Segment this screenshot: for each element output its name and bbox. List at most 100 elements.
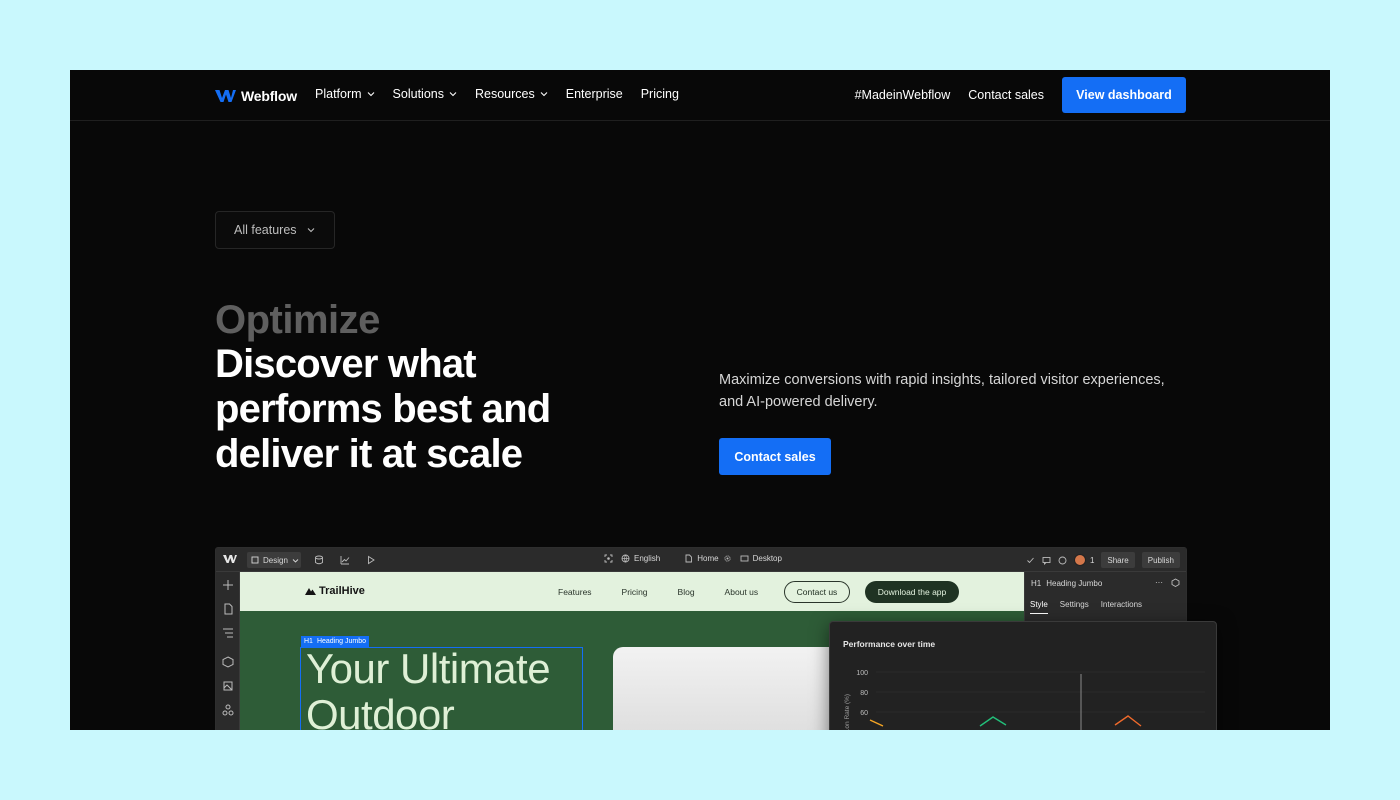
component-icon[interactable] — [1171, 578, 1180, 587]
locale-selector[interactable]: English — [621, 554, 660, 563]
series-line — [979, 716, 1007, 727]
nav-item-solutions[interactable]: Solutions — [393, 87, 457, 101]
panel-tabs: Style Settings Interactions — [1030, 600, 1142, 614]
collaborator-count: 1 — [1089, 555, 1095, 565]
browser-viewport: Webflow Platform Solutions Resources Ent… — [70, 70, 1330, 730]
add-icon[interactable] — [222, 579, 234, 591]
webflow-logo-icon — [215, 90, 236, 102]
chevron-down-icon — [540, 92, 548, 97]
y-axis-label: ...on Rate (%) — [844, 694, 851, 730]
components-icon[interactable] — [222, 656, 234, 668]
performance-chart: 100 80 60 ...on Rate (%) — [844, 670, 1205, 730]
made-in-webflow-link[interactable]: #MadeinWebflow — [855, 88, 951, 102]
designer-toolbar: Design English Home Desktop 1 Share Publ… — [216, 548, 1186, 572]
site-hero-line: Outdoor — [306, 691, 455, 731]
series-line — [1114, 715, 1142, 727]
contact-sales-button[interactable]: Contact sales — [719, 438, 831, 475]
pages-icon[interactable] — [222, 603, 234, 615]
selected-element-label: Heading Jumbo — [316, 638, 366, 645]
tab-interactions[interactable]: Interactions — [1101, 600, 1142, 614]
site-nav-pricing[interactable]: Pricing — [622, 587, 648, 597]
more-options-icon[interactable]: ··· — [1155, 578, 1163, 587]
comment-icon[interactable] — [1058, 556, 1067, 565]
chevron-down-icon — [292, 558, 299, 563]
check-icon[interactable] — [1026, 556, 1035, 565]
site-contact-button[interactable]: Contact us — [784, 581, 850, 603]
tab-settings[interactable]: Settings — [1060, 600, 1089, 614]
site-nav-blog[interactable]: Blog — [678, 587, 695, 597]
nav-item-resources[interactable]: Resources — [475, 87, 548, 101]
design-mode-dropdown[interactable]: Design — [247, 552, 301, 568]
site-download-button[interactable]: Download the app — [865, 581, 959, 603]
focus-icon[interactable] — [604, 554, 613, 563]
gear-icon[interactable] — [723, 554, 732, 563]
all-features-dropdown[interactable]: All features — [215, 211, 335, 249]
tab-style[interactable]: Style — [1030, 600, 1048, 614]
design-mode-label: Design — [263, 555, 288, 565]
site-nav-features[interactable]: Features — [558, 587, 592, 597]
analytics-icon[interactable] — [340, 555, 350, 565]
nav-item-enterprise[interactable]: Enterprise — [566, 87, 623, 101]
nav-right-actions: #MadeinWebflow Contact sales View dashbo… — [855, 77, 1186, 113]
preview-play-icon[interactable] — [366, 555, 376, 565]
site-navbar: TrailHive Features Pricing Blog About us… — [240, 572, 1024, 611]
avatar — [1073, 554, 1086, 566]
nav-item-platform[interactable]: Platform — [315, 87, 375, 101]
panel-element-type: H1 — [1031, 579, 1042, 588]
y-tick-label: 60 — [860, 710, 868, 717]
cms-database-icon[interactable] — [314, 555, 324, 565]
publish-button[interactable]: Publish — [1141, 552, 1180, 568]
trailhive-logo[interactable]: TrailHive — [305, 585, 365, 597]
desktop-icon — [740, 555, 749, 562]
mountain-icon — [305, 588, 316, 595]
site-nav-about[interactable]: About us — [725, 587, 759, 597]
hero-eyebrow: Optimize — [215, 298, 380, 342]
collaborators[interactable]: 1 — [1073, 554, 1095, 566]
site-brand: TrailHive — [319, 585, 365, 597]
contact-sales-link[interactable]: Contact sales — [968, 88, 1044, 102]
primary-menu: Platform Solutions Resources Enterprise … — [315, 87, 679, 101]
page-selector[interactable]: Home — [684, 554, 731, 563]
all-features-label: All features — [234, 223, 297, 237]
panel-header-actions: ··· — [1155, 578, 1180, 587]
nav-item-label: Platform — [315, 87, 362, 101]
site-hero-heading[interactable]: Your Ultimate Outdoor — [306, 645, 551, 731]
navigator-icon[interactable] — [222, 627, 234, 639]
hero-headline: Discover what performs best and deliver … — [215, 342, 551, 476]
breakpoint-label: Desktop — [752, 554, 782, 563]
y-tick-label: 100 — [856, 670, 868, 677]
chevron-down-icon — [449, 92, 457, 97]
comments-list-icon[interactable] — [1042, 556, 1051, 565]
share-button[interactable]: Share — [1101, 552, 1135, 568]
chevron-down-icon — [307, 228, 314, 233]
page-label: Home — [697, 554, 719, 563]
designer-context-bar: English Home Desktop — [604, 554, 782, 563]
performance-chart-card: Performance over time 100 80 60 ...on Rate … — [829, 621, 1217, 730]
globe-icon — [621, 554, 630, 563]
site-nav-links: Features Pricing Blog About us — [558, 587, 758, 597]
y-tick-label: 80 — [860, 690, 868, 697]
nav-item-label: Pricing — [640, 87, 679, 101]
nav-item-label: Solutions — [392, 87, 444, 101]
assets-icon[interactable] — [222, 680, 234, 692]
page-icon — [685, 554, 693, 563]
breakpoint-selector[interactable]: Desktop — [740, 554, 782, 563]
nav-item-label: Resources — [474, 87, 535, 101]
site-hero-line: Your Ultimate — [306, 645, 551, 692]
designer-left-toolbar — [216, 572, 240, 730]
nav-item-pricing[interactable]: Pricing — [641, 87, 679, 101]
view-dashboard-button[interactable]: View dashboard — [1062, 77, 1186, 113]
designer-actions: 1 Share Publish — [1026, 552, 1180, 568]
nav-item-label: Enterprise — [565, 87, 623, 101]
webflow-w-icon — [223, 555, 237, 563]
chevron-down-icon — [367, 92, 374, 97]
variables-icon[interactable] — [222, 704, 234, 716]
panel-selected-element: H1 Heading Jumbo — [1031, 579, 1102, 588]
series-line — [869, 719, 884, 727]
selected-element-type: H1 — [304, 638, 313, 645]
webflow-logo[interactable]: Webflow — [215, 86, 297, 106]
hero-description: Maximize conversions with rapid insights… — [719, 372, 1165, 410]
top-navigation: Webflow Platform Solutions Resources Ent… — [70, 70, 1330, 121]
panel-element-name: Heading Jumbo — [1046, 579, 1103, 588]
locale-label: English — [634, 554, 661, 563]
